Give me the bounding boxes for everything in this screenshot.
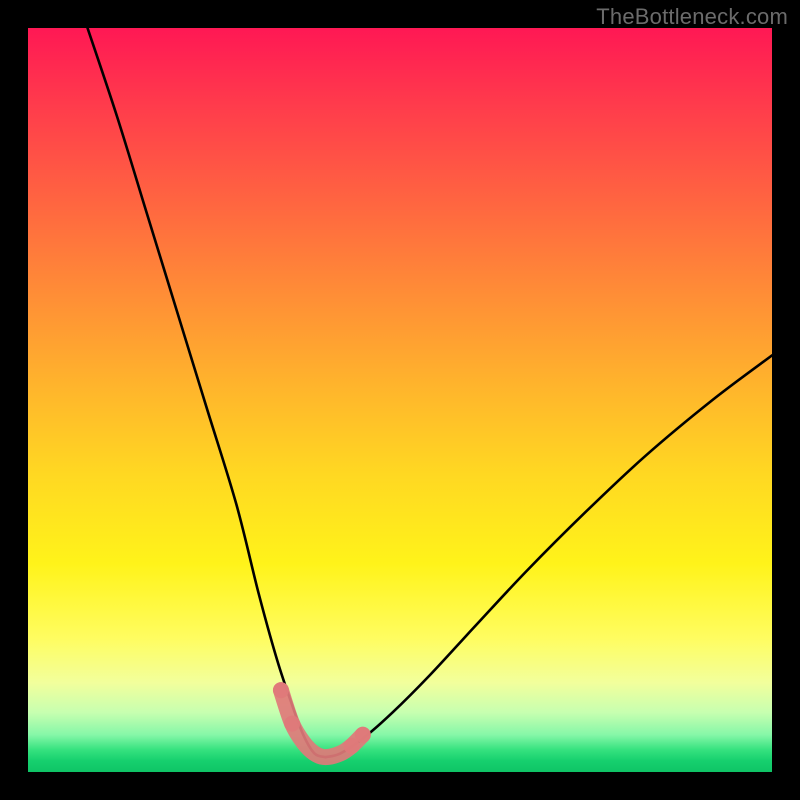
left-curve — [88, 28, 326, 757]
right-curve — [326, 355, 772, 757]
valley-dot — [273, 682, 289, 698]
watermark-text: TheBottleneck.com — [596, 4, 788, 30]
valley-dot — [284, 716, 300, 732]
valley-marker-dots — [273, 682, 371, 754]
chart-svg — [28, 28, 772, 772]
valley-dot — [344, 738, 360, 754]
chart-plot-area — [28, 28, 772, 772]
